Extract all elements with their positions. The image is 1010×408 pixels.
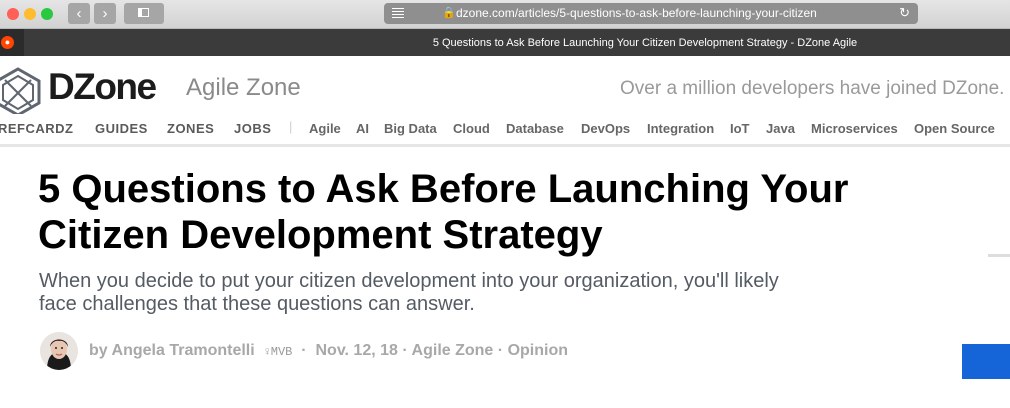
nav-fade (1000, 114, 1010, 144)
back-button[interactable]: ‹ (68, 3, 90, 24)
nav-zone-database[interactable]: Database (506, 121, 564, 136)
award-icon: ♀ (263, 345, 271, 359)
publish-date: Nov. 12, 18 (315, 342, 398, 359)
article-title: 5 Questions to Ask Before Launching Your… (38, 166, 938, 258)
byline-separator: · (301, 342, 307, 359)
nav-jobs[interactable]: JOBS (234, 121, 271, 136)
nav-zone-agile[interactable]: Agile (309, 121, 341, 136)
nav-zone-integration[interactable]: Integration (647, 121, 714, 136)
side-action-button[interactable] (962, 344, 1010, 379)
nav-separator: | (289, 119, 293, 134)
reload-icon[interactable]: ↻ (899, 5, 910, 21)
dzone-logo-icon[interactable] (0, 66, 44, 116)
forward-button[interactable]: › (94, 3, 116, 24)
tab-bar: ● 5 Questions to Ask Before Launching Yo… (0, 29, 1010, 56)
reader-view-icon[interactable] (392, 8, 404, 20)
nav-guides[interactable]: GUIDES (95, 121, 148, 136)
byline-separator: · (497, 342, 504, 359)
dzone-logo-text[interactable]: DZone (48, 66, 157, 108)
article-title-line-2: Citizen Development Strategy (38, 213, 603, 257)
site-header: DZone Agile Zone Over a million develope… (0, 56, 1010, 116)
chevron-left-icon: ‹ (76, 5, 82, 22)
nav-zones[interactable]: ZONES (167, 121, 214, 136)
nav-zone-big-data[interactable]: Big Data (384, 121, 437, 136)
nav-refcardz[interactable]: REFCARDZ (0, 121, 74, 136)
zoom-window-button[interactable] (41, 8, 53, 20)
author-avatar[interactable] (40, 332, 78, 370)
url-text[interactable]: dzone.com/articles/5-questions-to-ask-be… (456, 6, 856, 20)
nav-zone-open-source[interactable]: Open Source (914, 121, 995, 136)
zone-link[interactable]: Agile Zone (412, 342, 494, 359)
author-photo (40, 332, 78, 370)
close-window-button[interactable] (7, 8, 19, 20)
byline-separator: · (402, 342, 408, 359)
sidebar-toggle-button[interactable] (124, 3, 164, 24)
article-subtitle-line-1: When you decide to put your citizen deve… (39, 270, 779, 292)
article-subtitle: When you decide to put your citizen deve… (39, 270, 899, 316)
main-navigation: REFCARDZ GUIDES ZONES JOBS | Agile AI Bi… (0, 114, 1010, 147)
mvb-badge[interactable]: ♀MVB (264, 345, 293, 359)
author-name-link[interactable]: Angela Tramontelli (112, 342, 255, 359)
chevron-right-icon: › (102, 5, 108, 22)
zone-name[interactable]: Agile Zone (186, 74, 301, 102)
tagline-text: Over a million developers have joined DZ… (620, 78, 1005, 99)
article-subtitle-line-2: face challenges that these questions can… (39, 293, 475, 315)
article-byline: by Angela Tramontelli ♀MVB · Nov. 12, 18… (89, 342, 568, 360)
category-link[interactable]: Opinion (508, 342, 568, 359)
sidebar-icon (138, 8, 149, 17)
active-tab-title[interactable]: 5 Questions to Ask Before Launching Your… (300, 37, 990, 49)
header-tagline: Over a million developers have joined DZ… (620, 78, 1010, 100)
byline-prefix: by (89, 342, 108, 359)
lock-icon: 🔒 (442, 7, 456, 19)
nav-zone-java[interactable]: Java (766, 121, 795, 136)
article-title-line-1: 5 Questions to Ask Before Launching Your (38, 167, 849, 211)
minimize-window-button[interactable] (24, 8, 36, 20)
sidebar-divider (988, 254, 1010, 257)
url-fade (824, 3, 874, 24)
mvb-badge-label: MVB (270, 345, 293, 359)
nav-zone-microservices[interactable]: Microservices (811, 121, 898, 136)
nav-zone-ai[interactable]: AI (356, 121, 369, 136)
nav-zone-iot[interactable]: IoT (730, 121, 750, 136)
nav-zone-cloud[interactable]: Cloud (453, 121, 490, 136)
reddit-icon: ● (1, 36, 14, 49)
browser-titlebar: ‹ › 🔒 dzone.com/articles/5-questions-to-… (0, 0, 1010, 29)
pinned-tab[interactable]: ● (0, 29, 24, 56)
address-bar[interactable]: 🔒 dzone.com/articles/5-questions-to-ask-… (384, 3, 918, 24)
nav-zone-devops[interactable]: DevOps (581, 121, 630, 136)
